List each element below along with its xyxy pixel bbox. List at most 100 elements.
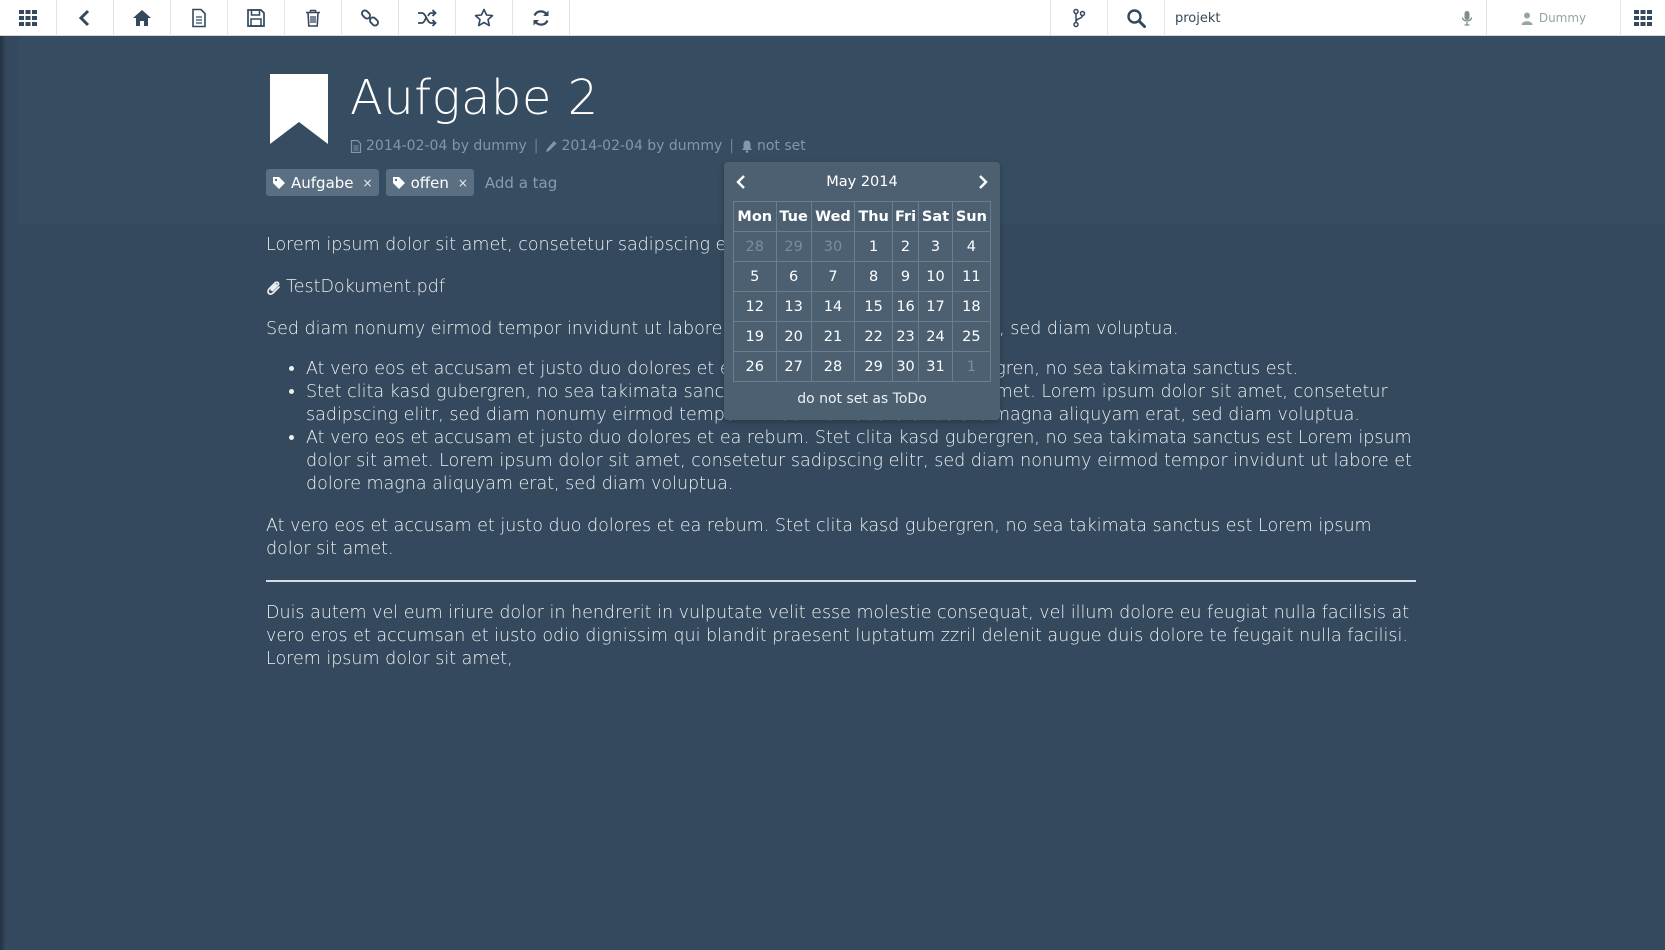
calendar-day[interactable]: 17: [918, 291, 953, 322]
grid-icon: [1634, 10, 1652, 26]
apps-menu-button[interactable]: [1621, 0, 1665, 36]
delete-button[interactable]: [285, 0, 342, 36]
bookmark-icon: [270, 74, 328, 144]
modified-info: 2014-02-04 by dummy: [561, 138, 723, 154]
apps-grid-button[interactable]: [0, 0, 57, 36]
list-item: At vero eos et accusam et justo duo dolo…: [306, 427, 1416, 496]
random-button[interactable]: [399, 0, 456, 36]
calendar-day[interactable]: 3: [918, 231, 953, 262]
toolbar-spacer: [570, 0, 1051, 35]
calendar-day[interactable]: 1: [951, 351, 992, 382]
search-button[interactable]: [1108, 0, 1165, 36]
document-meta: 2014-02-04 by dummy | 2014-02-04 by dumm…: [350, 138, 806, 154]
search-input[interactable]: [1175, 10, 1460, 26]
tag-offen[interactable]: offen ×: [385, 169, 474, 196]
reminder-datepicker: May 2014 Mon Tue Wed Thu Fri Sat Sun 28 29 30 1 2 3…: [724, 162, 1000, 420]
calendar-day[interactable]: 28: [810, 351, 856, 382]
calendar-day[interactable]: 4: [951, 231, 992, 262]
horizontal-rule: [266, 580, 1416, 582]
new-document-button[interactable]: [171, 0, 228, 36]
calendar-day[interactable]: 11: [951, 261, 992, 292]
reminder-info[interactable]: not set: [757, 138, 806, 154]
shuffle-icon: [418, 9, 437, 27]
tag-label: offen: [410, 173, 449, 192]
calendar-day[interactable]: 5: [733, 261, 777, 292]
branch-button[interactable]: [1051, 0, 1108, 36]
calendar-day[interactable]: 15: [854, 291, 893, 322]
calendar-day[interactable]: 19: [733, 321, 777, 352]
calendar-day[interactable]: 30: [891, 351, 920, 382]
calendar-body: 28 29 30 1 2 3 4 5 6 7 8 9 10 11 12 13 14 15 16 17 18 19 20 21 2…: [733, 231, 992, 382]
user-menu[interactable]: Dummy: [1487, 0, 1621, 36]
calendar-day[interactable]: 12: [733, 291, 777, 322]
back-button[interactable]: [57, 0, 114, 36]
link-button[interactable]: [342, 0, 399, 36]
calendar-day[interactable]: 9: [891, 261, 920, 292]
user-icon: [1521, 12, 1533, 25]
calendar-day[interactable]: 1: [854, 231, 893, 262]
calendar-day[interactable]: 25: [951, 321, 992, 352]
calendar-day[interactable]: 7: [810, 261, 856, 292]
calendar-day[interactable]: 22: [854, 321, 893, 352]
tag-aufgabe[interactable]: Aufgabe ×: [266, 169, 379, 196]
calendar-day[interactable]: 16: [891, 291, 920, 322]
datepicker-header: May 2014: [733, 168, 991, 196]
calendar-day[interactable]: 24: [918, 321, 953, 352]
calendar-day[interactable]: 27: [775, 351, 812, 382]
top-toolbar: Dummy: [0, 0, 1665, 36]
home-button[interactable]: [114, 0, 171, 36]
calendar-day[interactable]: 29: [854, 351, 893, 382]
calendar-day[interactable]: 18: [951, 291, 992, 322]
created-info: 2014-02-04 by dummy: [366, 138, 527, 154]
weekday-header: Wed: [810, 201, 856, 232]
calendar-day[interactable]: 26: [733, 351, 777, 382]
meta-separator: |: [729, 138, 734, 154]
save-button[interactable]: [228, 0, 285, 36]
refresh-button[interactable]: [513, 0, 570, 36]
calendar-day[interactable]: 31: [918, 351, 953, 382]
calendar-day[interactable]: 2: [891, 231, 920, 262]
file-icon: [350, 139, 362, 153]
calendar-day[interactable]: 29: [775, 231, 812, 262]
search-field: [1165, 0, 1487, 36]
star-icon: [474, 8, 494, 27]
calendar-day[interactable]: 6: [775, 261, 812, 292]
calendar-day[interactable]: 30: [810, 231, 856, 262]
microphone-icon[interactable]: [1460, 10, 1474, 26]
favorite-button[interactable]: [456, 0, 513, 36]
calendar-day[interactable]: 14: [810, 291, 856, 322]
chevron-left-icon[interactable]: [735, 175, 747, 189]
paperclip-icon: [267, 280, 280, 295]
weekday-header: Fri: [891, 201, 920, 232]
grid-icon: [19, 10, 37, 26]
calendar-day[interactable]: 23: [891, 321, 920, 352]
attachment-name: TestDokument.pdf: [286, 277, 446, 297]
calendar-day[interactable]: 8: [854, 261, 893, 292]
calendar-week: 28 29 30 1 2 3 4: [733, 231, 992, 262]
tag-remove-button[interactable]: ×: [458, 176, 468, 190]
home-icon: [133, 10, 151, 26]
link-icon: [361, 9, 379, 27]
calendar-grid: Mon Tue Wed Thu Fri Sat Sun 28 29 30 1 2 3 4 5 6 7 8 9 10 1…: [733, 201, 992, 382]
add-tag-input[interactable]: Add a tag: [485, 174, 557, 192]
paragraph: Duis autem vel eum iriure dolor in hendr…: [266, 603, 1410, 669]
calendar-day[interactable]: 10: [918, 261, 953, 292]
clear-todo-button[interactable]: do not set as ToDo: [733, 391, 991, 407]
weekday-header: Sat: [918, 201, 953, 232]
bell-icon: [741, 140, 752, 153]
tag-remove-button[interactable]: ×: [363, 176, 373, 190]
tag-list: Aufgabe × offen × Add a tag: [266, 169, 557, 196]
calendar-day[interactable]: 13: [775, 291, 812, 322]
code-fork-icon: [1073, 8, 1086, 28]
calendar-day[interactable]: 28: [733, 231, 777, 262]
search-icon: [1127, 9, 1146, 28]
calendar-day[interactable]: 21: [810, 321, 856, 352]
calendar-day[interactable]: 20: [775, 321, 812, 352]
tag-icon: [273, 176, 285, 189]
file-icon: [192, 8, 206, 28]
datepicker-month[interactable]: May 2014: [826, 174, 898, 190]
calendar-week: 12 13 14 15 16 17 18: [733, 291, 992, 322]
tag-label: Aufgabe: [291, 173, 354, 192]
chevron-right-icon[interactable]: [977, 175, 989, 189]
save-icon: [247, 9, 265, 27]
